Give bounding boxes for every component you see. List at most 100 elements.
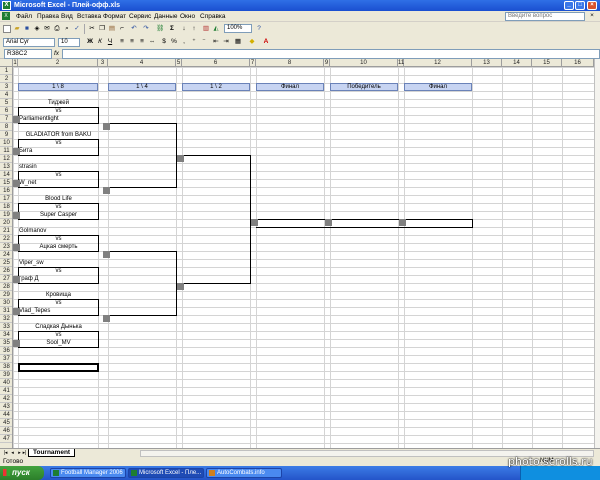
row-header[interactable]: 28	[0, 283, 12, 291]
minimize-button[interactable]: _	[564, 1, 574, 10]
player-cell[interactable]: GLADIATOR from BAKU	[19, 131, 98, 139]
close-button[interactable]: ×	[587, 1, 597, 10]
row-header[interactable]: 32	[0, 315, 12, 323]
prev-sheet-icon[interactable]: ◂	[9, 450, 16, 457]
row-header[interactable]: 23	[0, 243, 12, 251]
column-header[interactable]: 4	[108, 59, 176, 67]
row-header[interactable]: 19	[0, 211, 12, 219]
row-header[interactable]: 17	[0, 195, 12, 203]
align-right-icon[interactable]: ≡	[138, 38, 146, 46]
task-football-manager[interactable]: Football Manager 2006	[50, 468, 126, 478]
vertical-scrollbar[interactable]	[594, 59, 600, 448]
menu-data[interactable]: Данные	[154, 12, 177, 21]
row-header[interactable]: 33	[0, 323, 12, 331]
round-header[interactable]: Финал	[404, 83, 472, 91]
row-header[interactable]: 7	[0, 115, 12, 123]
menu-help[interactable]: Справка	[200, 12, 226, 21]
menu-file[interactable]: Файл	[16, 12, 32, 21]
round-header[interactable]: Победитель	[330, 83, 398, 91]
row-header[interactable]: 9	[0, 131, 12, 139]
help-search-input[interactable]: Введите вопрос	[505, 12, 585, 21]
row-header[interactable]: 38	[0, 363, 12, 371]
player-cell[interactable]: Тиджей	[19, 99, 98, 107]
currency-icon[interactable]: $	[160, 38, 168, 46]
player-cell[interactable]: Кровища	[19, 291, 98, 299]
column-header[interactable]: 6	[182, 59, 250, 67]
row-header[interactable]: 27	[0, 275, 12, 283]
redo-icon[interactable]: ↷	[142, 25, 150, 33]
row-header[interactable]: 40	[0, 379, 12, 387]
task-excel[interactable]: Microsoft Excel - Пле...	[128, 468, 204, 478]
row-header[interactable]: 21	[0, 227, 12, 235]
row-header[interactable]: 36	[0, 347, 12, 355]
start-button[interactable]: пуск	[0, 466, 44, 480]
last-sheet-icon[interactable]: ▸|	[21, 450, 28, 457]
column-header[interactable]: 14	[502, 59, 532, 67]
menu-format[interactable]: Формат	[103, 12, 126, 21]
row-header[interactable]: 37	[0, 355, 12, 363]
menu-window[interactable]: Окно	[180, 12, 195, 21]
font-color-icon[interactable]: A	[262, 38, 270, 46]
row-header[interactable]: 1	[0, 67, 12, 75]
font-size-select[interactable]: 10	[58, 38, 80, 47]
row-header[interactable]: 47	[0, 435, 12, 443]
merge-center-icon[interactable]: ⇔	[148, 38, 156, 46]
open-icon[interactable]: ▰	[13, 25, 21, 33]
row-header[interactable]: 10	[0, 139, 12, 147]
row-header[interactable]: 26	[0, 267, 12, 275]
round-header[interactable]: 1 \ 4	[108, 83, 176, 91]
row-header[interactable]: 5	[0, 99, 12, 107]
row-header[interactable]: 16	[0, 187, 12, 195]
autosum-icon[interactable]: Σ	[168, 25, 176, 33]
print-icon[interactable]: ⎙	[53, 25, 61, 33]
decrease-decimal-icon[interactable]: ⁻	[200, 38, 208, 46]
menu-edit[interactable]: Правка	[37, 12, 59, 21]
decrease-indent-icon[interactable]: ⇤	[212, 38, 220, 46]
function-icon[interactable]: fx	[54, 49, 59, 59]
round-header[interactable]: Финал	[256, 83, 324, 91]
row-header[interactable]: 35	[0, 339, 12, 347]
select-all-corner[interactable]	[0, 59, 13, 67]
sort-ascending-icon[interactable]: ↓	[180, 25, 188, 33]
column-header[interactable]: 10	[330, 59, 398, 67]
row-header[interactable]: 43	[0, 403, 12, 411]
format-painter-icon[interactable]: ⌐	[118, 25, 126, 33]
font-name-select[interactable]: Arial Cyr	[3, 38, 55, 47]
player-cell[interactable]: Golmanov	[19, 227, 98, 235]
column-header[interactable]: 12	[404, 59, 472, 67]
sheet-tab-tournament[interactable]: Tournament	[28, 449, 76, 457]
row-header[interactable]: 6	[0, 107, 12, 115]
row-header[interactable]: 12	[0, 155, 12, 163]
row-header[interactable]: 39	[0, 371, 12, 379]
column-header[interactable]: 3	[98, 59, 108, 67]
column-header[interactable]: 15	[532, 59, 562, 67]
menu-tools[interactable]: Сервис	[129, 12, 151, 21]
row-header[interactable]: 18	[0, 203, 12, 211]
borders-icon[interactable]: ▦	[234, 38, 242, 46]
player-cell[interactable]: strasin	[19, 163, 98, 171]
row-header[interactable]: 44	[0, 411, 12, 419]
row-header[interactable]: 3	[0, 83, 12, 91]
copy-icon[interactable]: ❐	[98, 25, 106, 33]
comma-style-icon[interactable]: ,	[180, 38, 188, 46]
email-icon[interactable]: ✉	[43, 25, 51, 33]
row-header[interactable]: 20	[0, 219, 12, 227]
row-header[interactable]: 30	[0, 299, 12, 307]
row-header[interactable]: 24	[0, 251, 12, 259]
column-header[interactable]: 16	[562, 59, 594, 67]
maximize-button[interactable]: □	[575, 1, 585, 10]
permission-icon[interactable]: ◈	[33, 25, 41, 33]
row-header[interactable]: 8	[0, 123, 12, 131]
player-cell[interactable]: Blood Life	[19, 195, 98, 203]
increase-indent-icon[interactable]: ⇥	[222, 38, 230, 46]
align-left-icon[interactable]: ≡	[118, 38, 126, 46]
name-box[interactable]: R38C2	[4, 49, 52, 59]
zoom-select[interactable]: 100%	[224, 24, 252, 33]
align-center-icon[interactable]: ≡	[128, 38, 136, 46]
column-header[interactable]: 8	[256, 59, 324, 67]
row-header[interactable]: 15	[0, 179, 12, 187]
row-header[interactable]: 13	[0, 163, 12, 171]
bold-icon[interactable]: Ж	[86, 38, 94, 46]
paste-icon[interactable]: ▤	[108, 25, 116, 33]
fill-color-icon[interactable]: ◆	[248, 38, 256, 46]
